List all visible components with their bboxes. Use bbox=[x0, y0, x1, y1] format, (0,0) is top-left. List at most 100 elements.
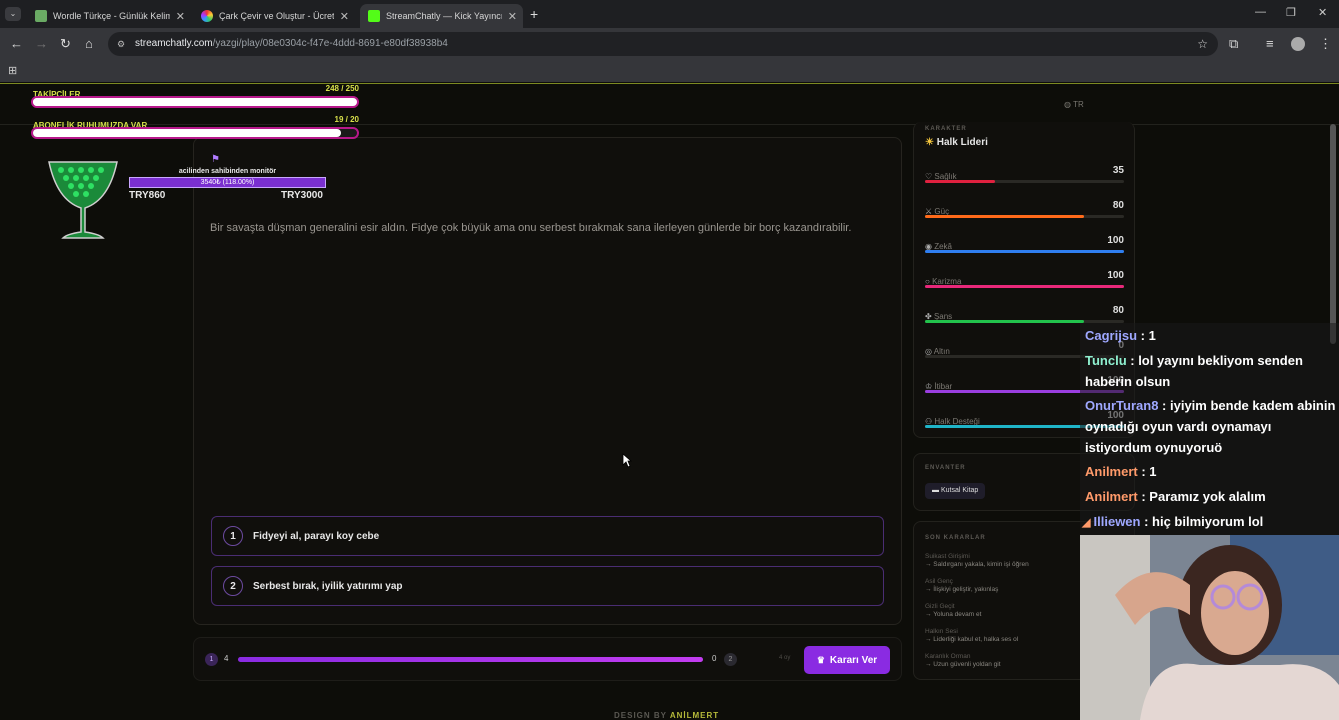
character-name: ☀ Halk Lideri bbox=[925, 137, 988, 148]
footer-prefix: DESIGN BY bbox=[614, 711, 667, 720]
choice-number: 2 bbox=[223, 576, 243, 596]
monitor-goal-bar: 3540₺ (118.00%) bbox=[129, 177, 326, 188]
stat-value: 80 bbox=[1112, 200, 1124, 211]
forward-icon[interactable]: → bbox=[35, 36, 48, 52]
tab-wheel[interactable]: Çark Çevir ve Oluştur - Ücretsiz ✕ bbox=[193, 4, 355, 28]
stat-bar-fill bbox=[925, 320, 1085, 323]
decision-panel: Bir savaşta düşman generalini esir aldın… bbox=[193, 137, 902, 625]
window-close-icon[interactable]: ✕ bbox=[1318, 6, 1327, 19]
stat-row: ◉ Zekâ 100 bbox=[925, 235, 1124, 254]
tab-wordle[interactable]: Wordle Türkçe - Günlük Kelime ✕ bbox=[27, 4, 191, 28]
profile-avatar[interactable] bbox=[1291, 37, 1305, 51]
stat-row: ✤ Şans 80 bbox=[925, 305, 1124, 324]
monitor-price-left: TRY860 bbox=[129, 190, 166, 201]
close-icon[interactable]: ✕ bbox=[176, 10, 185, 23]
new-tab-icon[interactable]: + bbox=[530, 6, 538, 22]
footer-author: ANİLMERT bbox=[669, 711, 720, 720]
monitor-price-right: TRY3000 bbox=[281, 190, 323, 201]
home-icon[interactable]: ⌂ bbox=[85, 36, 93, 52]
subs-value: 19 / 20 bbox=[334, 115, 359, 124]
media-icon[interactable]: ≡ bbox=[1266, 36, 1274, 52]
monitor-goal-bar-text: 3540₺ (118.00%) bbox=[200, 179, 255, 186]
stat-bar-fill bbox=[925, 180, 995, 183]
bookmark-star-icon[interactable]: ☆ bbox=[1197, 32, 1208, 56]
stat-bar bbox=[925, 285, 1124, 288]
followers-value: 248 / 250 bbox=[325, 84, 359, 93]
page-scrollbar[interactable] bbox=[1330, 124, 1336, 344]
inventory-section-label: ENVANTER bbox=[925, 465, 966, 471]
chat-username: Anilmert bbox=[1085, 489, 1138, 504]
reload-icon[interactable]: ↻ bbox=[60, 36, 71, 52]
browser-tab-bar: ⌄ Wordle Türkçe - Günlük Kelime ✕ Çark Ç… bbox=[0, 0, 1339, 28]
apps-grid-icon[interactable]: ⊞ bbox=[8, 64, 17, 77]
chat-username: Illiewen bbox=[1093, 514, 1141, 529]
stream-chat-overlay: Cagrijsu : 1 Tunclu : lol yayını bekliyo… bbox=[1080, 323, 1339, 535]
decide-button[interactable]: ♛ Kararı Ver bbox=[804, 646, 890, 674]
chat-text: : 1 bbox=[1137, 328, 1156, 343]
martini-glass-icon bbox=[47, 160, 119, 242]
character-section-label: KARAKTER bbox=[925, 126, 967, 132]
vote-left-count: 4 bbox=[224, 654, 229, 663]
chat-username: OnurTuran8 bbox=[1085, 398, 1159, 413]
choice-number: 1 bbox=[223, 526, 243, 546]
language-switcher[interactable]: ◍ TR bbox=[1064, 100, 1084, 109]
choice-label: Fidyeyi al, parayı koy cebe bbox=[253, 530, 380, 542]
chat-username: Cagrijsu bbox=[1085, 328, 1138, 343]
url-bar[interactable]: ⚙ streamchatly.com/yazgi/play/08e0304c-f… bbox=[108, 32, 1218, 56]
stat-bar-fill bbox=[925, 215, 1085, 218]
vote-progress-track bbox=[238, 657, 703, 662]
monitor-goal-title: acilinden sahibinden monitör bbox=[178, 168, 277, 175]
chat-message: ◢ Illiewen : hiç bilmiyorum lol bbox=[1082, 511, 1332, 534]
tab-search-icon[interactable]: ⌄ bbox=[5, 7, 21, 21]
stat-bar-fill bbox=[925, 250, 1124, 253]
vote-bar: 1 4 0 2 4 oy ♛ Kararı Ver bbox=[193, 637, 902, 681]
tab-streamchatly[interactable]: StreamChatly — Kick Yayıncıları ✕ bbox=[360, 4, 523, 28]
url-path: /yazgi/play/08e0304c-f47e-4ddd-8691-e80d… bbox=[212, 38, 448, 49]
stat-value: 100 bbox=[1107, 235, 1124, 246]
recent-section-label: SON KARARLAR bbox=[925, 535, 986, 541]
address-toolbar: ← → ↻ ⌂ ⚙ streamchatly.com/yazgi/play/08… bbox=[0, 28, 1339, 60]
site-info-icon[interactable]: ⚙ bbox=[117, 32, 125, 56]
tab-title: Wordle Türkçe - Günlük Kelime bbox=[53, 11, 170, 21]
stat-value: 35 bbox=[1112, 165, 1124, 176]
restore-icon[interactable]: ❐ bbox=[1286, 6, 1296, 19]
pencil-icon: ◢ bbox=[1082, 517, 1094, 529]
subs-progress-fill bbox=[33, 129, 341, 137]
minimize-icon[interactable]: — bbox=[1255, 6, 1266, 18]
stat-row: ⚔ Güç 80 bbox=[925, 200, 1124, 219]
wheel-icon bbox=[201, 10, 213, 22]
stat-value: 100 bbox=[1107, 270, 1124, 281]
close-icon[interactable]: ✕ bbox=[340, 10, 349, 23]
page-footer: DESIGN BY ANİLMERT bbox=[614, 711, 719, 720]
menu-icon[interactable]: ⋮ bbox=[1319, 36, 1332, 52]
tab-title: Çark Çevir ve Oluştur - Ücretsiz bbox=[219, 11, 334, 21]
back-icon[interactable]: ← bbox=[10, 36, 23, 52]
vote-left-badge: 1 bbox=[205, 653, 218, 666]
book-icon: ▬ bbox=[932, 487, 941, 494]
extensions-icon[interactable]: ⧉ bbox=[1229, 36, 1238, 52]
followers-goal: TAKİPÇİLER 248 / 250 bbox=[31, 84, 359, 108]
choice-1-button[interactable]: 1 Fidyeyi al, parayı koy cebe bbox=[211, 516, 884, 556]
globe-icon: ◍ bbox=[1064, 100, 1074, 109]
chat-username: Anilmert bbox=[1085, 464, 1138, 479]
chat-message: Anilmert : Paramız yok alalım bbox=[1085, 486, 1335, 507]
choice-2-button[interactable]: 2 Serbest bırak, iyilik yatırımı yap bbox=[211, 566, 884, 606]
followers-progress bbox=[31, 96, 359, 108]
inventory-item[interactable]: ▬ Kutsal Kitap bbox=[925, 483, 986, 499]
language-label: TR bbox=[1073, 100, 1084, 109]
decide-label: Kararı Ver bbox=[829, 654, 878, 666]
url-host: streamchatly.com bbox=[135, 38, 213, 49]
stat-bar bbox=[925, 180, 1124, 183]
chat-message: Cagrijsu : 1 bbox=[1085, 325, 1335, 346]
stat-bar-fill bbox=[925, 285, 1124, 288]
monitor-goal-icon: ⚑ bbox=[211, 154, 220, 165]
vote-progress-fill bbox=[238, 657, 703, 662]
streamchatly-icon bbox=[368, 10, 380, 22]
chat-text: : 1 bbox=[1137, 464, 1157, 479]
vote-right-count: 0 bbox=[712, 654, 717, 663]
scenario-text: Bir savaşta düşman generalini esir aldın… bbox=[210, 222, 852, 234]
stat-row: ○ Karizma 100 bbox=[925, 270, 1124, 289]
close-icon[interactable]: ✕ bbox=[508, 10, 517, 23]
chat-username: Tunclu bbox=[1085, 353, 1127, 368]
wordle-icon bbox=[35, 10, 47, 22]
